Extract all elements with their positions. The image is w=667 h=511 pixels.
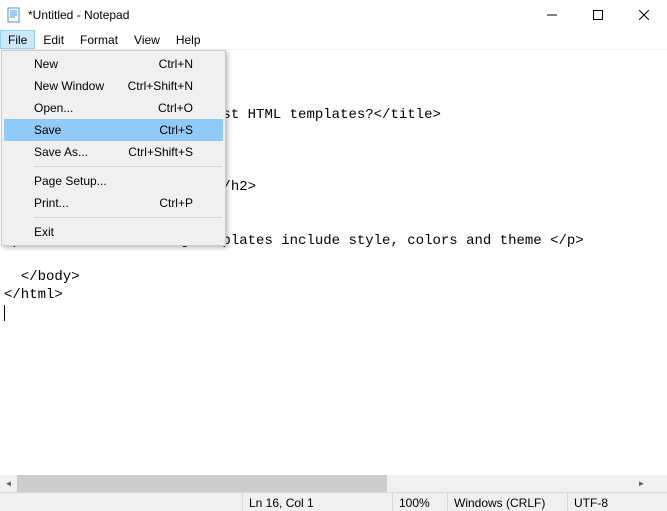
status-encoding: UTF-8: [567, 493, 667, 511]
status-position: Ln 16, Col 1: [242, 493, 392, 511]
menu-item-new[interactable]: New Ctrl+N: [4, 53, 223, 75]
menu-item-label: Print...: [34, 196, 69, 210]
window-title: *Untitled - Notepad: [28, 8, 129, 22]
close-button[interactable]: [621, 0, 667, 30]
menu-edit[interactable]: Edit: [35, 30, 72, 49]
menu-item-label: New Window: [34, 79, 104, 93]
menu-view[interactable]: View: [126, 30, 168, 49]
titlebar: *Untitled - Notepad: [0, 0, 667, 30]
menu-item-page-setup[interactable]: Page Setup...: [4, 170, 223, 192]
notepad-icon: [6, 7, 22, 23]
menu-item-exit[interactable]: Exit: [4, 221, 223, 243]
text-caret: [4, 305, 5, 321]
menu-item-label: Open...: [34, 101, 73, 115]
menu-item-print[interactable]: Print... Ctrl+P: [4, 192, 223, 214]
menu-item-label: New: [34, 57, 58, 71]
menu-help[interactable]: Help: [168, 30, 209, 49]
menu-item-shortcut: Ctrl+Shift+N: [108, 79, 193, 93]
menu-file[interactable]: File: [0, 30, 35, 49]
status-zoom: 100%: [392, 493, 447, 511]
status-spacer: [0, 493, 242, 511]
status-line-ending: Windows (CRLF): [447, 493, 567, 511]
menu-item-label: Save As...: [34, 145, 88, 159]
menu-item-save-as[interactable]: Save As... Ctrl+Shift+S: [4, 141, 223, 163]
maximize-button[interactable]: [575, 0, 621, 30]
menu-item-new-window[interactable]: New Window Ctrl+Shift+N: [4, 75, 223, 97]
menu-item-shortcut: Ctrl+Shift+S: [108, 145, 193, 159]
file-menu-dropdown: New Ctrl+N New Window Ctrl+Shift+N Open... Ct…: [1, 50, 226, 246]
menubar: FileEditFormatViewHelp: [0, 30, 667, 50]
horizontal-scrollbar[interactable]: ◄ ►: [0, 475, 650, 492]
window-controls: [529, 0, 667, 30]
menu-item-shortcut: Ctrl+N: [139, 57, 193, 71]
scroll-left-button[interactable]: ◄: [0, 475, 17, 492]
menu-item-open[interactable]: Open... Ctrl+O: [4, 97, 223, 119]
menu-item-shortcut: Ctrl+S: [139, 123, 193, 137]
menu-item-label: Save: [34, 123, 61, 137]
minimize-button[interactable]: [529, 0, 575, 30]
statusbar: Ln 16, Col 1 100% Windows (CRLF) UTF-8: [0, 492, 667, 511]
scroll-thumb[interactable]: [17, 475, 387, 492]
menu-item-shortcut: Ctrl+O: [138, 101, 193, 115]
menu-separator: [34, 217, 222, 218]
menu-item-label: Page Setup...: [34, 174, 107, 188]
menu-item-save[interactable]: Save Ctrl+S: [4, 119, 223, 141]
scroll-track[interactable]: [17, 475, 633, 492]
menu-format[interactable]: Format: [72, 30, 126, 49]
scrollbar-corner: [650, 475, 667, 492]
scroll-right-button[interactable]: ►: [633, 475, 650, 492]
menu-item-label: Exit: [34, 225, 54, 239]
menu-item-shortcut: Ctrl+P: [139, 196, 193, 210]
menu-separator: [34, 166, 222, 167]
